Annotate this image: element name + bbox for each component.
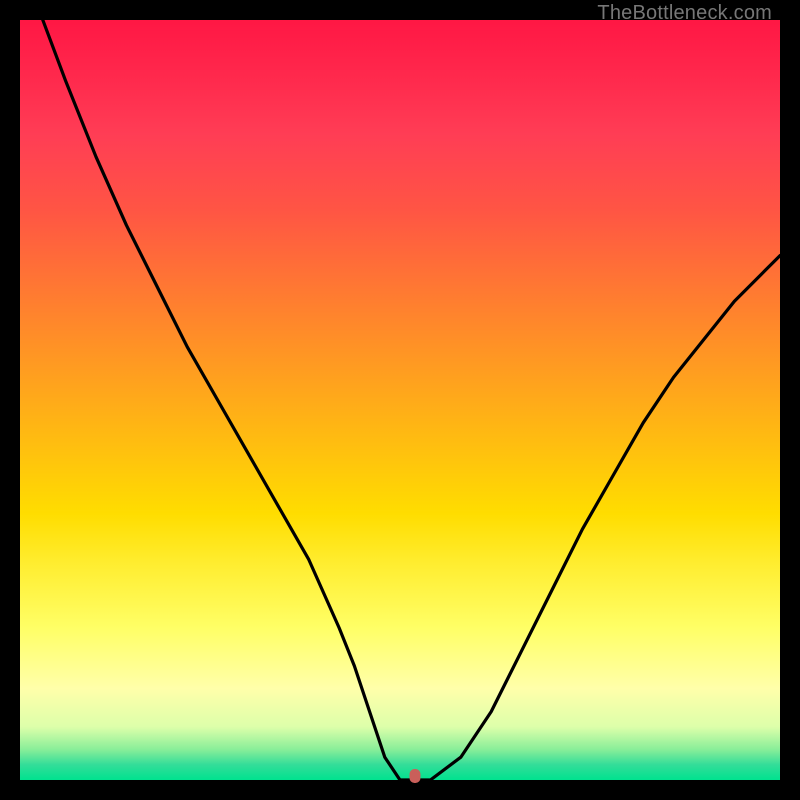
bottleneck-curve-svg	[20, 20, 780, 780]
bottleneck-curve-path	[43, 20, 780, 780]
plot-area	[20, 20, 780, 780]
minimum-marker-icon	[410, 769, 421, 783]
chart-frame	[20, 20, 780, 780]
watermark-text: TheBottleneck.com	[597, 2, 772, 25]
